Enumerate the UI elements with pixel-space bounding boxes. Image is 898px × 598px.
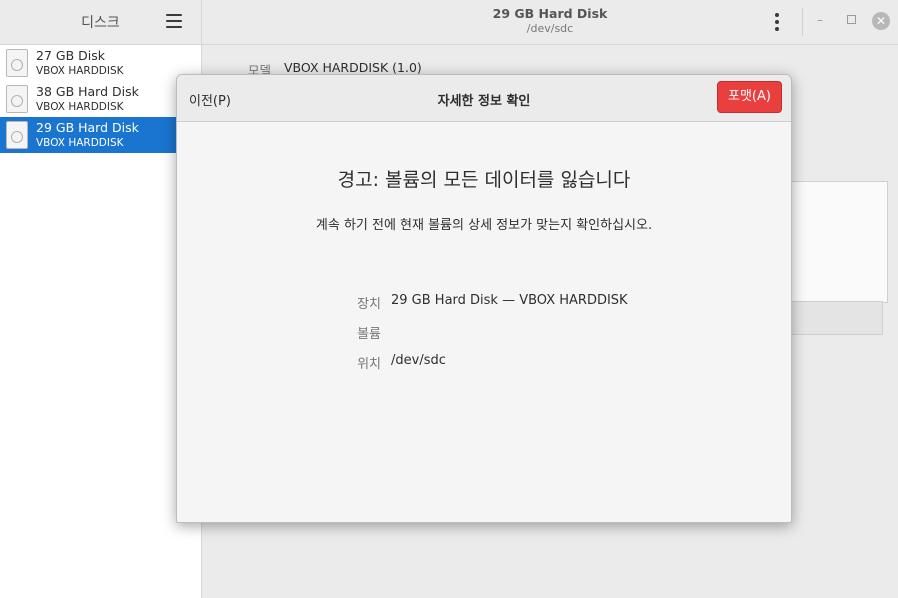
volume-toolbar — [780, 301, 883, 335]
disk-model: VBOX HARDDISK — [36, 65, 124, 77]
detail-label-device: 장치 — [357, 297, 381, 312]
detail-label-volume: 볼륨 — [357, 327, 381, 342]
maximize-icon[interactable] — [847, 15, 856, 24]
minimize-icon[interactable]: – — [817, 13, 823, 27]
format-confirm-dialog: 이전(P) 자세한 정보 확인 포맷(A) 경고: 볼륨의 모든 데이터를 잃습… — [176, 74, 792, 523]
disk-model: VBOX HARDDISK — [36, 137, 124, 149]
detail-value-device: 29 GB Hard Disk — VBOX HARDDISK — [391, 293, 628, 308]
hard-disk-icon — [6, 121, 28, 149]
disk-name: 29 GB Hard Disk — [36, 120, 139, 135]
window-subtitle: /dev/sdc — [526, 22, 574, 35]
disk-model: VBOX HARDDISK — [36, 101, 124, 113]
disk-name: 38 GB Hard Disk — [36, 84, 139, 99]
main-header: 29 GB Hard Disk /dev/sdc – ✕ — [202, 0, 898, 45]
warning-title: 경고: 볼륨의 모든 데이터를 잃습니다 — [337, 169, 631, 191]
close-icon[interactable]: ✕ — [872, 12, 890, 30]
disk-name: 27 GB Disk — [36, 48, 105, 63]
hard-disk-icon — [6, 49, 28, 77]
disk-item-38gb[interactable]: 38 GB Hard Disk VBOX HARDDISK — [0, 81, 176, 117]
disk-item-29gb[interactable]: 29 GB Hard Disk VBOX HARDDISK — [0, 117, 176, 153]
sidebar: 디스크 27 GB Disk VBOX HARDDISK 38 GB Hard … — [0, 0, 202, 598]
hard-disk-icon — [6, 85, 28, 113]
volume-map-panel — [780, 181, 888, 303]
window-title: 29 GB Hard Disk — [492, 6, 608, 21]
detail-value-location: /dev/sdc — [391, 353, 446, 368]
more-options-icon[interactable] — [775, 13, 779, 31]
header-separator — [802, 8, 803, 36]
warning-description: 계속 하기 전에 현재 볼륨의 상세 정보가 맞는지 확인하십시오. — [315, 218, 653, 233]
dialog-header: 이전(P) 자세한 정보 확인 포맷(A) — [177, 75, 791, 122]
model-value: VBOX HARDDISK (1.0) — [284, 60, 422, 75]
disk-item-27gb[interactable]: 27 GB Disk VBOX HARDDISK — [0, 45, 176, 81]
format-button[interactable]: 포맷(A) — [717, 81, 782, 113]
hamburger-menu-icon[interactable] — [166, 14, 182, 28]
sidebar-header: 디스크 — [0, 0, 201, 45]
detail-label-location: 위치 — [357, 357, 381, 372]
dialog-title: 자세한 정보 확인 — [437, 94, 531, 109]
